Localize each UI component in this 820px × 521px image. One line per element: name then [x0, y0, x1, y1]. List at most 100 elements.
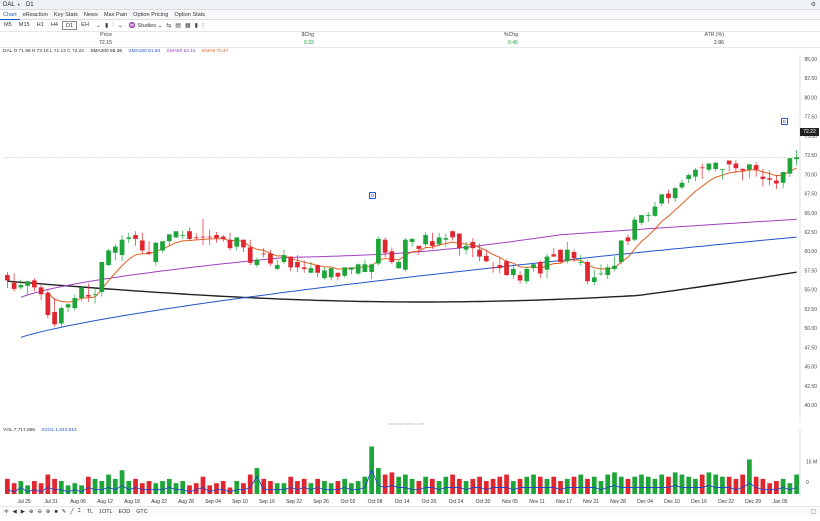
volume-bar — [79, 485, 84, 494]
atr-value: 2.86 — [713, 40, 724, 46]
date-tick-label: Jan 05 — [772, 499, 788, 505]
crosshair-icon[interactable]: ✛ — [4, 509, 9, 515]
candle — [510, 264, 516, 279]
candle — [726, 160, 732, 172]
tab-news[interactable]: News — [81, 10, 101, 20]
candle — [241, 239, 246, 252]
tab-key-stats[interactable]: Key Stats — [51, 10, 81, 20]
timeframe-h1[interactable]: H1 — [34, 21, 47, 30]
totl-button[interactable]: 1OTL — [99, 509, 112, 515]
candle — [65, 303, 71, 312]
compare-icon[interactable]: ⇆ — [166, 22, 171, 29]
chevron-down-icon[interactable]: ⌄ — [96, 22, 101, 29]
candle — [166, 234, 172, 246]
volume-bar — [160, 481, 165, 494]
tab-ereaction[interactable]: eReaction — [20, 10, 51, 20]
volume-bar — [11, 483, 17, 494]
volume-bar — [58, 481, 64, 494]
more-icon[interactable]: ⁝ — [202, 22, 204, 29]
candle — [72, 294, 78, 311]
volume-chart[interactable]: 15 M 0 — [0, 428, 820, 497]
scroll-right-icon[interactable]: ▶ — [21, 509, 25, 515]
price-tick-label: 82.50 — [804, 76, 817, 82]
eod-button[interactable]: EOD — [119, 509, 131, 515]
candle — [639, 215, 644, 226]
volume-bar — [456, 478, 462, 494]
scroll-left-icon[interactable]: ◀ — [13, 509, 17, 515]
studies-label: Studies — [137, 22, 157, 29]
candle — [436, 232, 442, 246]
price-tick-label: 45.00 — [804, 365, 817, 371]
studies-button[interactable]: ♒ Studies ⌄ — [129, 23, 162, 29]
candle — [504, 259, 509, 276]
date-tick-label: Sep 26 — [313, 499, 329, 505]
candle — [423, 232, 428, 247]
tab-max-pain[interactable]: Max Pain — [101, 10, 130, 20]
volume-bar — [483, 481, 489, 494]
date-tick-label: Oct 20 — [421, 499, 437, 505]
candle — [598, 264, 604, 276]
volume-bar — [740, 474, 746, 494]
timeframe-h4[interactable]: H4 — [48, 21, 61, 30]
candle — [18, 279, 24, 290]
last-price-label: 72.22 — [800, 128, 819, 136]
chart-type-icon[interactable]: ⫶ — [112, 22, 114, 29]
chevron-down-icon[interactable]: ⌄ — [118, 22, 123, 29]
bookmark-icon[interactable]: ▮ — [195, 22, 198, 29]
event-badge-e[interactable]: E — [781, 118, 788, 125]
timeframe-m15[interactable]: M15 — [16, 21, 33, 30]
collapse-icon[interactable]: ▢ — [810, 508, 816, 515]
price-chart[interactable]: 85.0082.5080.0077.5075.0072.5070.0067.50… — [0, 55, 820, 423]
gtc-button[interactable]: GTC — [136, 509, 147, 515]
sma100-legend[interactable]: SMA100 61.84 — [128, 49, 160, 54]
candle — [585, 260, 590, 285]
hline-icon[interactable]: ╱ — [70, 509, 73, 515]
tab-chart[interactable]: Chart — [0, 9, 20, 20]
tab-option-stats[interactable]: Option Stats — [171, 10, 208, 20]
candle — [403, 238, 408, 272]
volume-bar — [193, 483, 199, 494]
candle — [470, 238, 476, 258]
indicator-legend: DAL O 71.98 H 73.16 L 71.13 C 72.22 SMA2… — [3, 49, 233, 54]
candle — [517, 271, 523, 284]
candle — [450, 230, 455, 241]
event-badge-d[interactable]: D — [369, 192, 376, 199]
vol-readout: VOL 7,717,866 — [3, 428, 36, 433]
volume-bar — [645, 476, 651, 494]
candle — [666, 189, 671, 204]
zoom-fit-icon[interactable]: ⊗ — [46, 509, 51, 515]
candle — [288, 256, 294, 272]
sma50-legend[interactable]: SMA50 64.15 — [167, 49, 196, 54]
timeframe-eh[interactable]: EH — [78, 21, 92, 30]
text-icon[interactable]: ⌶ — [77, 508, 80, 515]
volume-bar — [598, 481, 604, 494]
volume-bar — [760, 478, 766, 494]
price-tick-label: 57.50 — [804, 268, 817, 274]
symbol-label[interactable]: DAL — [0, 2, 15, 8]
tl-button[interactable]: TL — [87, 509, 93, 515]
date-tick-label: Nov 21 — [583, 499, 599, 505]
layout-icon[interactable]: ▤ — [175, 22, 181, 29]
volume-bar — [537, 476, 543, 494]
color-icon[interactable]: ■ — [54, 509, 57, 515]
timeframe-m5[interactable]: M5 — [1, 21, 15, 30]
zoom-out-icon[interactable]: ⊖ — [37, 509, 42, 515]
grid-icon[interactable]: ▦ — [185, 22, 191, 29]
sma200-legend[interactable]: SMA200 55.36 — [90, 49, 122, 54]
pct-header: %Chg — [503, 32, 518, 38]
settings-icon[interactable]: ⚙ — [811, 1, 816, 8]
interval-label[interactable]: D1 — [23, 2, 34, 8]
tab-option-pricing[interactable]: Option Pricing — [130, 10, 171, 20]
ema8-legend[interactable]: EMA8 70.47 — [202, 49, 228, 54]
price-tick-label: 52.50 — [804, 307, 817, 313]
pencil-icon[interactable]: ✎ — [62, 509, 67, 515]
volume-bar — [5, 478, 10, 494]
volume-bar — [726, 476, 732, 494]
price-value: 72.15 — [99, 40, 112, 46]
candlestick-icon[interactable]: ▮ — [105, 22, 108, 29]
timeframe-d1[interactable]: D1 — [61, 21, 78, 30]
zoom-in-icon[interactable]: ⊕ — [29, 509, 34, 515]
date-tick-label: Aug 06 — [70, 499, 86, 505]
candle — [146, 241, 152, 256]
volume-bar — [733, 478, 739, 494]
